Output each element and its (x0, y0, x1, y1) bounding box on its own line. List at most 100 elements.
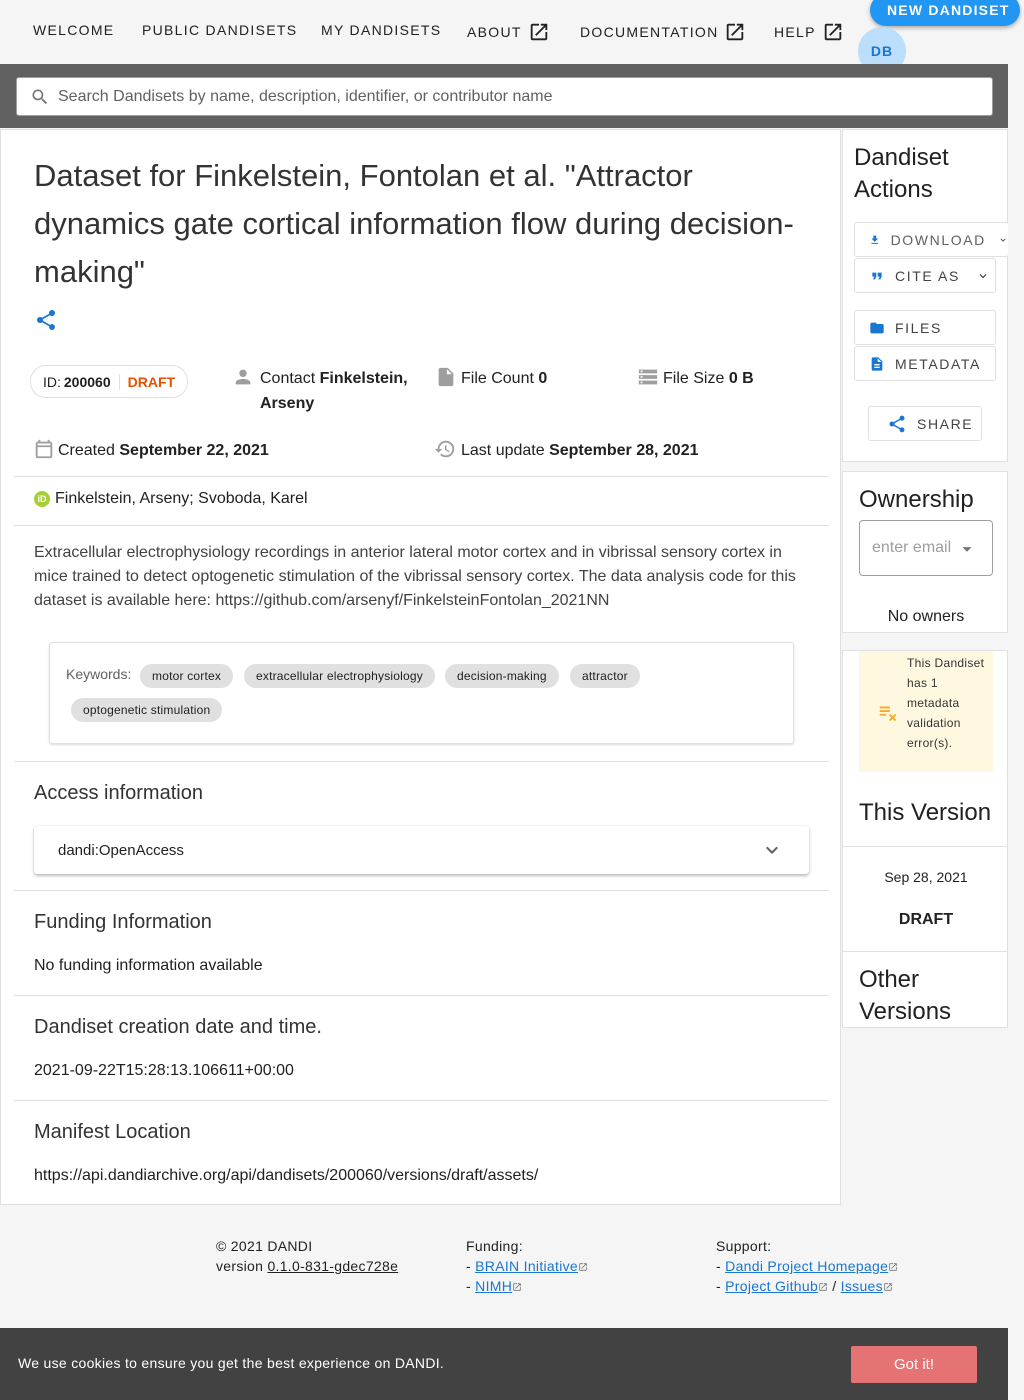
share-button[interactable]: SHARE (868, 406, 982, 441)
updated-label: Last update (461, 442, 545, 459)
nav-welcome-label: WELCOME (33, 22, 115, 38)
ownership-card: Ownership enter email No owners (842, 471, 1008, 633)
share-label: SHARE (917, 415, 974, 432)
download-label: DOWNLOAD (890, 231, 986, 248)
page-scrollbar[interactable] (1008, 64, 1024, 1400)
cite-as-label: CITE AS (895, 267, 960, 284)
file-size: File Size 0 B (637, 366, 754, 391)
dandiset-actions-card: Dandiset Actions DOWNLOAD CITE AS FILES … (842, 129, 1009, 462)
owner-select[interactable]: enter email (859, 520, 993, 576)
nav-about-label: ABOUT (467, 24, 522, 40)
cookie-accept-label: Got it! (893, 1356, 934, 1373)
new-dandiset-button[interactable]: NEW DANDISET (870, 0, 1020, 26)
new-dandiset-label: NEW DANDISET (887, 2, 1010, 18)
nav-help[interactable]: HELP (774, 21, 844, 43)
contributors: iD Finkelstein, Arseny; Svoboda, Karel (34, 490, 308, 508)
contact-label: Contact (260, 370, 316, 387)
dandi-homepage-link[interactable]: Dandi Project Homepage (725, 1258, 888, 1274)
versions-card: This Dandiset has 1 metadata validation … (842, 650, 1009, 1028)
version-label: version (216, 1258, 264, 1274)
dandiset-id: 200060 (63, 373, 111, 390)
creation-title: Dandiset creation date and time. (34, 1016, 322, 1038)
status-badge: DRAFT (118, 373, 175, 390)
nav-public-label: PUBLIC DANDISETS (142, 22, 298, 38)
metadata-label: METADATA (895, 355, 981, 372)
manifest-value: https://api.dandiarchive.org/api/dandise… (34, 1167, 539, 1184)
nav-welcome[interactable]: WELCOME (33, 22, 114, 38)
validation-warning-text: This Dandiset has 1 metadata validation … (907, 656, 985, 750)
external-link-icon (513, 1283, 521, 1292)
orcid-icon[interactable]: iD (34, 491, 50, 507)
updated-date: Last update September 28, 2021 (434, 438, 699, 463)
nimh-link[interactable]: NIMH (475, 1278, 512, 1294)
current-version-item[interactable]: Sep 28, 2021 DRAFT (843, 847, 1009, 951)
contributors-list: Finkelstein, Arseny; Svoboda, Karel (55, 490, 308, 507)
open-in-new-icon (824, 23, 842, 41)
dandiset-description: Extracellular electrophysiology recordin… (34, 544, 796, 609)
dandiset-title: Dataset for Finkelstein, Fontolan et al.… (34, 158, 794, 289)
external-link-icon (579, 1263, 587, 1272)
file-size-label: File Size (663, 370, 725, 387)
avatar-initials: DB (870, 43, 894, 59)
funding-label: Funding: (466, 1238, 523, 1254)
divider (843, 951, 1009, 952)
nav-my-dandisets[interactable]: MY DANDISETS (321, 22, 441, 38)
keyword-chip: motor cortex (140, 664, 234, 688)
nav-documentation-label: DOCUMENTATION (580, 24, 719, 40)
external-link-icon (884, 1283, 892, 1292)
cookie-banner: We use cookies to ensure you get the bes… (0, 1328, 1008, 1400)
nav-about[interactable]: ABOUT (467, 21, 550, 43)
footer-support: Support: - Dandi Project Homepage - Proj… (716, 1236, 898, 1296)
brain-initiative-link[interactable]: BRAIN Initiative (475, 1258, 578, 1274)
access-info-title: Access information (34, 782, 203, 804)
other-versions-title: Other Versions (859, 966, 952, 1025)
divider (14, 995, 829, 996)
owner-select-placeholder: enter email (872, 539, 952, 556)
search-input[interactable] (58, 87, 958, 106)
storage-icon (638, 369, 658, 385)
validation-warning[interactable]: This Dandiset has 1 metadata validation … (859, 651, 993, 772)
top-nav: WELCOME PUBLIC DANDISETS MY DANDISETS AB… (0, 0, 1024, 75)
access-expansion-panel[interactable]: dandi:OpenAccess (34, 826, 809, 874)
keywords-box: Keywords: motor cortex extracellular ele… (49, 642, 794, 744)
quote-icon (872, 272, 882, 279)
open-in-new-icon (530, 23, 547, 41)
nav-my-label: MY DANDISETS (321, 22, 442, 38)
history-icon (434, 440, 455, 458)
creation-value: 2021-09-22T15:28:13.106611+00:00 (34, 1062, 294, 1079)
playlist-remove-icon (879, 706, 897, 722)
manifest-title: Manifest Location (34, 1121, 191, 1143)
files-button[interactable]: FILES (854, 310, 996, 345)
chevron-down-icon (766, 846, 778, 854)
issues-link[interactable]: Issues (841, 1278, 883, 1294)
share-icon[interactable] (34, 308, 58, 332)
updated-value: September 28, 2021 (549, 442, 699, 459)
divider (14, 761, 829, 762)
project-github-link[interactable]: Project Github (725, 1278, 818, 1294)
chevron-down-icon (1000, 238, 1006, 242)
search-icon (32, 89, 48, 104)
keyword-chip: optogenetic stimulation (71, 698, 223, 722)
cookie-accept-button[interactable]: Got it! (851, 1346, 977, 1383)
nav-documentation[interactable]: DOCUMENTATION (580, 21, 746, 43)
person-icon (235, 369, 251, 385)
download-icon (871, 235, 879, 244)
search-box (16, 77, 993, 116)
divider (14, 1100, 829, 1101)
nav-public-dandisets[interactable]: PUBLIC DANDISETS (142, 22, 297, 38)
cite-as-button[interactable]: CITE AS (854, 258, 996, 293)
divider (14, 476, 829, 477)
footer-copyright: © 2021 DANDI version 0.1.0-831-gdec728e (216, 1236, 398, 1276)
folder-icon (870, 322, 884, 333)
external-link-icon (889, 1263, 897, 1272)
footer-funding: Funding: - BRAIN Initiative - NIMH (466, 1236, 588, 1296)
metadata-button[interactable]: METADATA (854, 346, 996, 381)
version-link[interactable]: 0.1.0-831-gdec728e (267, 1258, 398, 1274)
download-button[interactable]: DOWNLOAD (854, 222, 1009, 257)
file-count-value: 0 (538, 370, 548, 387)
actions-title: Dandiset Actions (854, 144, 949, 203)
this-version-title: This Version (859, 799, 992, 826)
calendar-icon (35, 439, 53, 459)
nav-help-label: HELP (774, 24, 816, 40)
keywords-label: Keywords: (66, 666, 132, 682)
